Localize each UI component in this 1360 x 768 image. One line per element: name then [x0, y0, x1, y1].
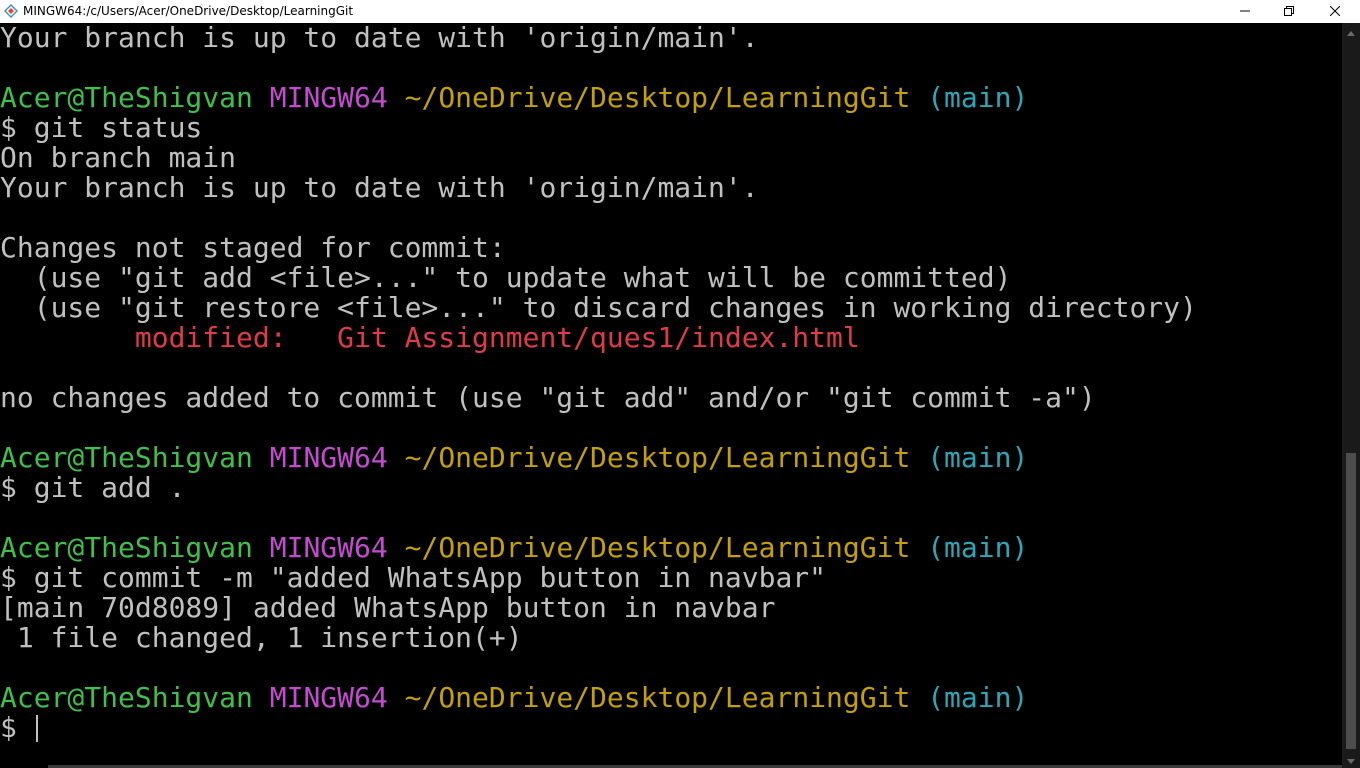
- terminal-text: Your branch is up to date with 'origin/m…: [0, 171, 759, 204]
- terminal-text: $ git status: [0, 111, 203, 144]
- arrow-down-icon: [1347, 751, 1355, 768]
- scroll-up-button[interactable]: [1342, 23, 1360, 40]
- terminal-text: On branch main: [0, 141, 237, 174]
- restore-button[interactable]: [1266, 0, 1312, 23]
- terminal-text: modified: Git Assignment/ques1/index.htm…: [0, 321, 860, 354]
- scrollbar-thumb[interactable]: [1346, 453, 1356, 749]
- title-bar[interactable]: MINGW64:/c/Users/Acer/OneDrive/Desktop/L…: [0, 0, 1360, 23]
- terminal-line: Changes not staged for commit:: [0, 233, 1342, 263]
- terminal-line: Acer@TheShigvan MINGW64 ~/OneDrive/Deskt…: [0, 533, 1342, 563]
- terminal-text: MINGW64: [269, 441, 388, 474]
- terminal-line: (use "git add <file>..." to update what …: [0, 263, 1342, 293]
- restore-icon: [1284, 5, 1294, 19]
- arrow-up-icon: [1347, 23, 1355, 41]
- terminal-line: Acer@TheShigvan MINGW64 ~/OneDrive/Deskt…: [0, 83, 1342, 113]
- mingw-terminal-icon: [4, 4, 18, 18]
- terminal-text: ~/OneDrive/Desktop/LearningGit: [404, 81, 911, 114]
- terminal-text: (main): [927, 81, 1029, 114]
- terminal-text: ~/OneDrive/Desktop/LearningGit: [404, 441, 911, 474]
- terminal-text: MINGW64: [269, 531, 388, 564]
- terminal-text: $ git add .: [0, 471, 186, 504]
- terminal-line: (use "git restore <file>..." to discard …: [0, 293, 1342, 323]
- terminal-text: Changes not staged for commit:: [0, 231, 506, 264]
- scroll-down-button[interactable]: [1342, 751, 1360, 768]
- terminal-line: $: [0, 713, 1342, 743]
- terminal-text: $: [0, 711, 34, 744]
- terminal-output[interactable]: Your branch is up to date with 'origin/m…: [0, 23, 1342, 768]
- terminal-text: (main): [927, 441, 1029, 474]
- terminal-window: MINGW64:/c/Users/Acer/OneDrive/Desktop/L…: [0, 0, 1360, 768]
- terminal-text: Acer@TheShigvan: [0, 81, 253, 114]
- terminal-text: ~/OneDrive/Desktop/LearningGit: [404, 681, 911, 714]
- terminal-text: Acer@TheShigvan: [0, 441, 253, 474]
- close-icon: [1329, 5, 1341, 19]
- terminal-line: modified: Git Assignment/ques1/index.htm…: [0, 323, 1342, 353]
- terminal-line: Acer@TheShigvan MINGW64 ~/OneDrive/Deskt…: [0, 683, 1342, 713]
- terminal-line: $ git commit -m "added WhatsApp button i…: [0, 563, 1342, 593]
- terminal-text: [main 70d8089] added WhatsApp button in …: [0, 591, 776, 624]
- vertical-scrollbar[interactable]: [1342, 23, 1360, 768]
- terminal-line: Your branch is up to date with 'origin/m…: [0, 173, 1342, 203]
- terminal-text: Acer@TheShigvan: [0, 531, 253, 564]
- terminal-text: MINGW64: [269, 681, 388, 714]
- terminal-text: (use "git restore <file>..." to discard …: [0, 291, 1197, 324]
- terminal-text: (main): [927, 531, 1029, 564]
- terminal-text: MINGW64: [269, 81, 388, 114]
- terminal-line: Your branch is up to date with 'origin/m…: [0, 23, 1342, 53]
- text-cursor: [35, 715, 38, 742]
- terminal-text: Your branch is up to date with 'origin/m…: [0, 23, 759, 54]
- close-button[interactable]: [1312, 0, 1358, 23]
- terminal-text: ~/OneDrive/Desktop/LearningGit: [404, 531, 911, 564]
- terminal-text: no changes added to commit (use "git add…: [0, 381, 1096, 414]
- terminal-line: no changes added to commit (use "git add…: [0, 383, 1342, 413]
- terminal-text: Acer@TheShigvan: [0, 681, 253, 714]
- window-title: MINGW64:/c/Users/Acer/OneDrive/Desktop/L…: [23, 4, 354, 18]
- terminal-text: (main): [927, 681, 1029, 714]
- terminal-line: $ git add .: [0, 473, 1342, 503]
- minimize-icon: [1240, 5, 1250, 19]
- terminal-line: [main 70d8089] added WhatsApp button in …: [0, 593, 1342, 623]
- minimize-button[interactable]: [1222, 0, 1268, 23]
- terminal-line: Acer@TheShigvan MINGW64 ~/OneDrive/Deskt…: [0, 443, 1342, 473]
- terminal-lines: Your branch is up to date with 'origin/m…: [0, 23, 1342, 743]
- terminal-text: $ git commit -m "added WhatsApp button i…: [0, 561, 827, 594]
- terminal-line: 1 file changed, 1 insertion(+): [0, 623, 1342, 653]
- terminal-line: $ git status: [0, 113, 1342, 143]
- terminal-text: 1 file changed, 1 insertion(+): [0, 621, 523, 654]
- terminal-line: On branch main: [0, 143, 1342, 173]
- terminal-text: (use "git add <file>..." to update what …: [0, 261, 1012, 294]
